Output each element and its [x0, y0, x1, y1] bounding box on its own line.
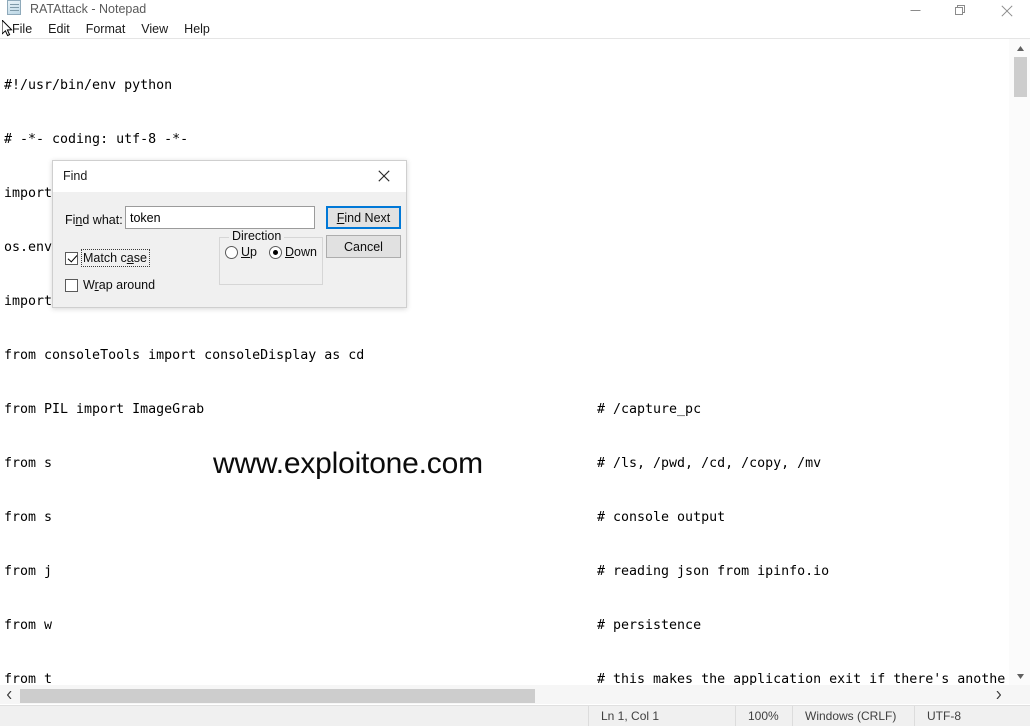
code-line: from j	[4, 564, 53, 579]
checkbox-unchecked-icon	[65, 278, 78, 292]
comment-line	[597, 131, 1005, 149]
menu-item-view[interactable]: View	[133, 21, 176, 38]
code-comment-column: # /capture_pc # /ls, /pwd, /cd, /copy, /…	[597, 41, 1005, 685]
find-dialog-title: Find	[63, 169, 88, 183]
close-icon[interactable]	[984, 0, 1030, 21]
find-next-accel: F	[336, 210, 345, 225]
comment-line: # /ls, /pwd, /cd, /copy, /mv	[597, 456, 822, 471]
cancel-label: Cancel	[344, 239, 383, 254]
code-line: from w	[4, 618, 53, 633]
direction-down-label: Down	[285, 245, 317, 259]
menu-item-help[interactable]: Help	[176, 21, 218, 38]
status-line-ending: Windows (CRLF)	[792, 706, 914, 726]
wrap-around-checkbox[interactable]: Wrap around	[65, 278, 155, 292]
menu-item-format[interactable]: Format	[78, 21, 134, 38]
scrollbar-corner	[1008, 685, 1030, 704]
match-case-post: se	[133, 251, 147, 265]
direction-up-rest: p	[250, 245, 257, 259]
code-text: #!/usr/bin/env python # -*- coding: utf-…	[4, 41, 588, 685]
horizontal-scroll-thumb[interactable]	[20, 689, 535, 703]
scroll-left-icon[interactable]	[0, 685, 19, 704]
wrap-around-pre: W	[83, 278, 95, 292]
cancel-button[interactable]: Cancel	[326, 235, 401, 258]
comment-line	[597, 239, 1005, 257]
code-line: from PIL import ImageGrab	[4, 402, 205, 417]
match-case-pre: Match c	[83, 251, 127, 265]
direction-up-accel: U	[241, 245, 251, 259]
comment-line	[597, 347, 1005, 365]
vertical-scrollbar[interactable]	[1008, 39, 1030, 685]
match-case-label: Match case	[81, 249, 150, 267]
direction-down-accel: D	[284, 245, 295, 259]
comment-line	[597, 77, 1005, 95]
find-dialog: Find Find what: Find Next Cancel Directi…	[52, 160, 407, 308]
status-zoom-level: 100%	[735, 706, 792, 726]
menu-bar: File Edit Format View Help	[0, 21, 1030, 38]
radio-selected-icon	[268, 245, 282, 259]
find-what-input[interactable]	[125, 206, 315, 229]
text-editor-area[interactable]: #!/usr/bin/env python # -*- coding: utf-…	[0, 39, 1008, 685]
comment-line: # this makes the application exit if the…	[597, 672, 1006, 685]
comment-line: # /capture_pc	[597, 402, 702, 417]
radio-unselected-icon	[225, 245, 238, 259]
status-bar: Ln 1, Col 1 100% Windows (CRLF) UTF-8	[0, 705, 1030, 726]
direction-up-radio[interactable]: Up	[225, 245, 257, 259]
code-line: from consoleTools import consoleDisplay …	[4, 348, 365, 363]
menu-item-file[interactable]: File	[4, 21, 40, 38]
find-what-label: Find what:	[65, 212, 123, 228]
scroll-up-icon[interactable]	[1009, 39, 1030, 57]
restore-icon[interactable]	[938, 0, 984, 21]
wrap-around-post: ap around	[98, 278, 156, 292]
window-controls	[892, 0, 1030, 21]
find-dialog-body: Find what: Find Next Cancel Direction Up…	[53, 192, 406, 307]
title-bar: RATAttack - Notepad	[0, 0, 1030, 21]
site-watermark: www.exploitone.com	[213, 447, 483, 480]
comment-line: # reading json from ipinfo.io	[597, 564, 830, 579]
code-line: # -*- coding: utf-8 -*-	[4, 132, 189, 147]
match-case-accel: a	[126, 251, 134, 265]
code-line: from t	[4, 672, 53, 685]
status-cursor-position: Ln 1, Col 1	[588, 706, 735, 726]
find-next-button[interactable]: Find Next	[326, 206, 401, 229]
vertical-scroll-thumb[interactable]	[1014, 57, 1027, 97]
horizontal-scrollbar[interactable]	[0, 685, 1008, 704]
comment-line: # console output	[597, 510, 726, 525]
direction-up-label: Up	[241, 245, 257, 259]
minimize-icon[interactable]	[892, 0, 938, 21]
comment-line	[597, 185, 1005, 203]
window-title: RATAttack - Notepad	[30, 2, 147, 16]
scroll-right-icon[interactable]	[989, 685, 1008, 704]
find-next-label: ind Next	[344, 210, 391, 225]
status-encoding: UTF-8	[914, 706, 1030, 726]
notepad-window: RATAttack - Notepad File Edit Format Vie…	[0, 0, 1030, 726]
direction-radio-group: Up Down	[225, 245, 317, 259]
comment-line: # persistence	[597, 618, 702, 633]
find-what-label-pre: Fi	[65, 213, 76, 227]
close-icon[interactable]	[362, 161, 406, 191]
scroll-down-icon[interactable]	[1009, 667, 1030, 685]
code-line: from s	[4, 510, 53, 525]
code-line: #!/usr/bin/env python	[4, 78, 173, 93]
notepad-icon	[7, 0, 23, 16]
match-case-checkbox[interactable]: Match case	[65, 249, 150, 267]
direction-down-rest: own	[294, 245, 317, 259]
direction-down-radio[interactable]: Down	[268, 245, 317, 259]
comment-line	[597, 293, 1005, 311]
wrap-around-label: Wrap around	[83, 278, 155, 292]
checkbox-checked-icon	[65, 251, 78, 265]
find-what-label-post: d what:	[82, 213, 123, 227]
direction-legend: Direction	[229, 229, 285, 244]
menu-item-edit[interactable]: Edit	[40, 21, 78, 38]
find-dialog-titlebar: Find	[53, 161, 406, 192]
